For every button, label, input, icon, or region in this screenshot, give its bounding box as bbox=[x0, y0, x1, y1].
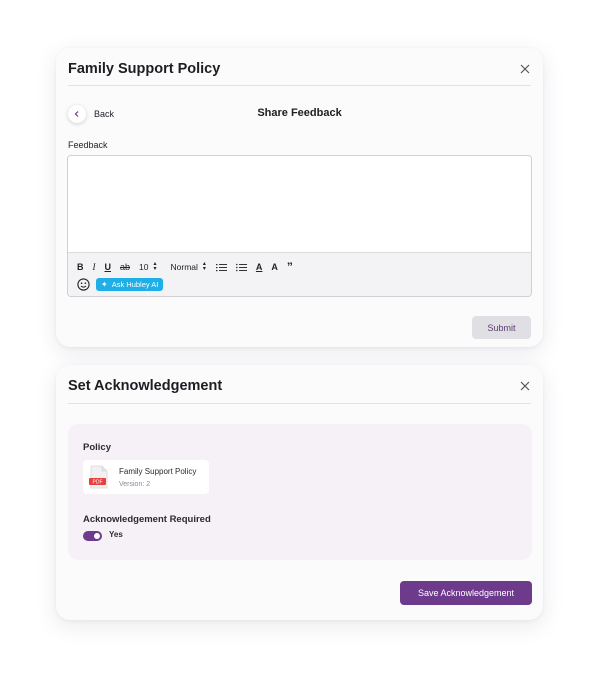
close-icon[interactable] bbox=[519, 62, 531, 74]
toggle-label: Yes bbox=[109, 530, 123, 539]
feedback-label: Feedback bbox=[68, 140, 108, 150]
pdf-file-icon: PDF bbox=[89, 465, 109, 489]
font-size-value: 10 bbox=[139, 262, 149, 272]
title-divider bbox=[68, 403, 531, 404]
text-style-value: Normal bbox=[170, 262, 198, 272]
acknowledgement-required-toggle[interactable] bbox=[83, 531, 102, 541]
select-arrows-icon: ▴ ▾ bbox=[202, 261, 206, 272]
feedback-text-area[interactable] bbox=[68, 156, 531, 252]
acknowledgement-required-label: Acknowledgement Required bbox=[83, 514, 211, 525]
document-name: Family Support Policy bbox=[119, 467, 197, 476]
policy-label: Policy bbox=[83, 442, 111, 453]
bullet-list-icon[interactable] bbox=[235, 261, 247, 273]
feedback-editor: B I U ab 10 ▴ ▾ Normal ▴ ▾ A A ” ✦ Ask H… bbox=[67, 155, 532, 297]
feedback-dialog: Family Support Policy Back Share Feedbac… bbox=[56, 48, 543, 347]
toggle-knob bbox=[94, 533, 100, 539]
font-size-select[interactable]: 10 ▴ ▾ bbox=[139, 261, 157, 272]
title-divider bbox=[68, 85, 531, 86]
close-icon[interactable] bbox=[519, 379, 531, 391]
policy-document-card[interactable]: PDF Family Support Policy Version: 2 bbox=[83, 460, 209, 494]
font-color-icon[interactable]: A bbox=[256, 261, 263, 273]
ask-hubley-ai-button[interactable]: ✦ Ask Hubley AI bbox=[96, 278, 164, 291]
emoji-icon[interactable] bbox=[77, 278, 90, 291]
submit-button[interactable]: Submit bbox=[472, 316, 531, 339]
quote-icon[interactable]: ” bbox=[287, 260, 293, 274]
acknowledgement-panel: Policy PDF Family Support Policy Version… bbox=[68, 424, 532, 560]
text-style-select[interactable]: Normal ▴ ▾ bbox=[170, 261, 206, 272]
pdf-badge-text: PDF bbox=[93, 480, 103, 486]
italic-button[interactable]: I bbox=[93, 261, 96, 273]
save-acknowledgement-button[interactable]: Save Acknowledgement bbox=[400, 581, 532, 605]
dialog-title: Family Support Policy bbox=[68, 61, 221, 77]
bold-button[interactable]: B bbox=[77, 261, 84, 273]
acknowledgement-dialog: Set Acknowledgement Policy PDF Family Su… bbox=[56, 365, 543, 620]
underline-button[interactable]: U bbox=[105, 261, 112, 273]
ask-ai-label: Ask Hubley AI bbox=[111, 280, 159, 289]
dialog-title: Set Acknowledgement bbox=[68, 378, 223, 394]
strikethrough-button[interactable]: ab bbox=[120, 261, 130, 273]
document-version: Version: 2 bbox=[119, 481, 151, 488]
select-arrows-icon: ▴ ▾ bbox=[153, 261, 157, 272]
sparkle-icon: ✦ bbox=[101, 280, 108, 289]
share-feedback-heading: Share Feedback bbox=[257, 107, 342, 119]
ordered-list-icon[interactable] bbox=[215, 261, 227, 273]
editor-toolbar: B I U ab 10 ▴ ▾ Normal ▴ ▾ A A ” ✦ Ask H… bbox=[68, 252, 531, 296]
highlight-icon[interactable]: A bbox=[271, 261, 278, 273]
